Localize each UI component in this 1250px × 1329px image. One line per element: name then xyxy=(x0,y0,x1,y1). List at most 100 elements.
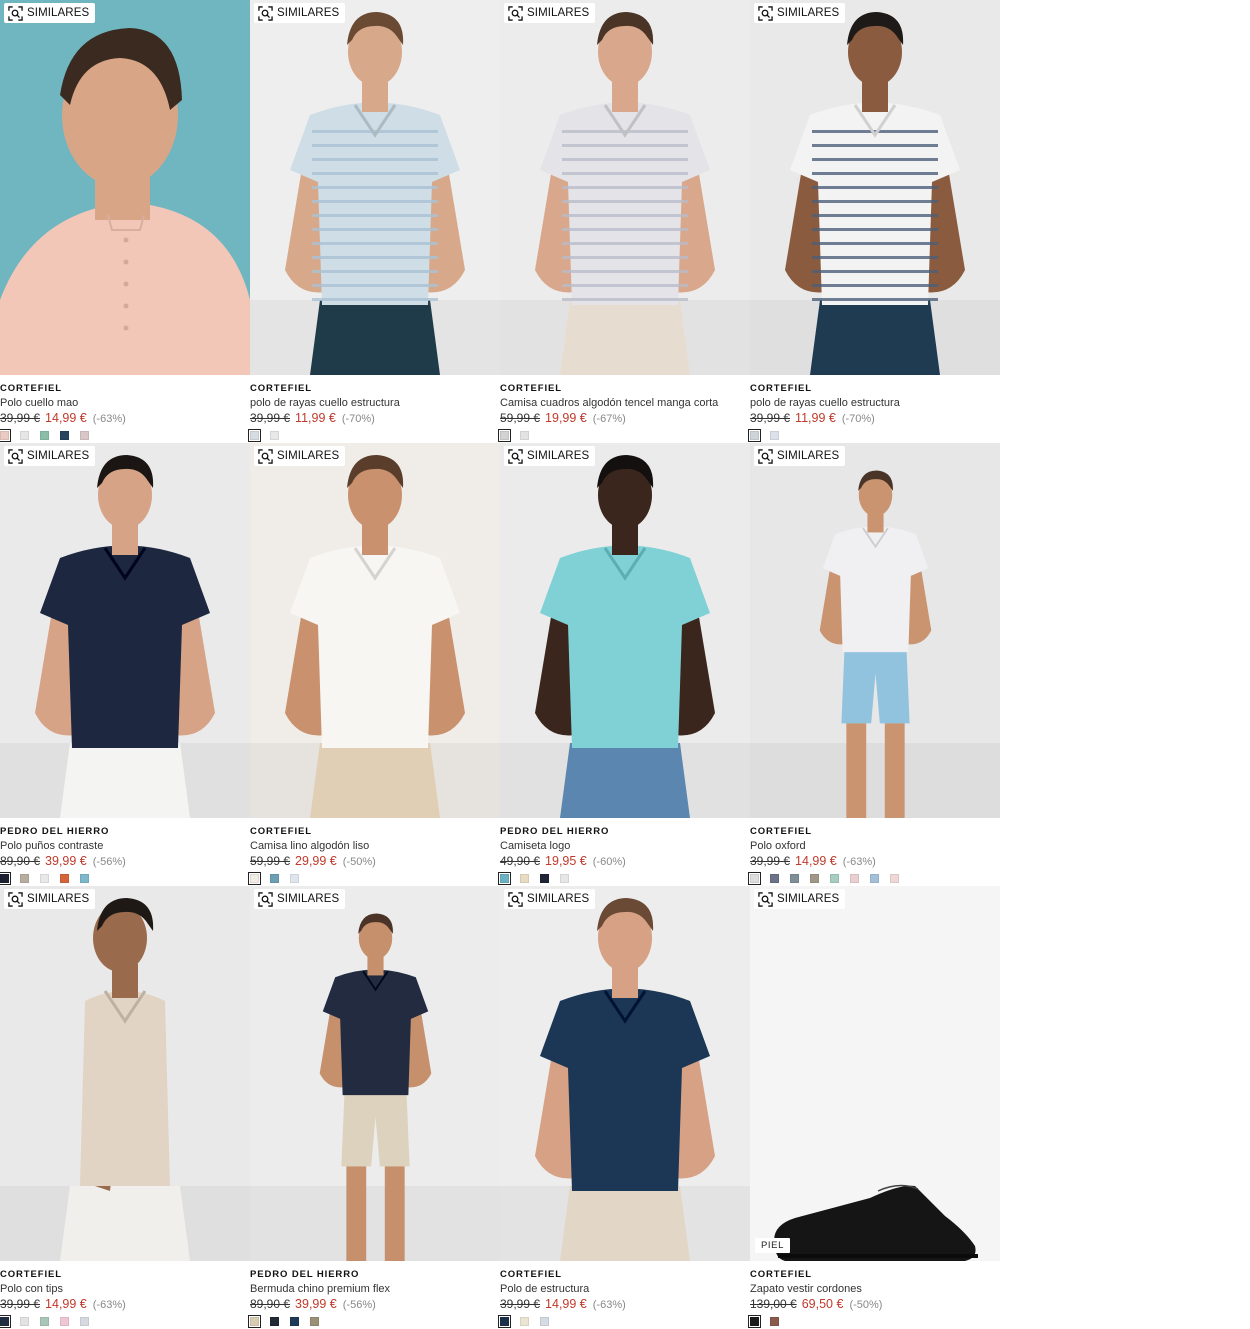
color-swatch[interactable] xyxy=(748,1315,761,1328)
product-name[interactable]: Camiseta logo xyxy=(500,839,750,853)
color-swatch[interactable] xyxy=(498,1315,511,1328)
product-card[interactable]: SIMILARES CORTEFIEL Polo cuello mao 39,99 €… xyxy=(0,0,250,443)
similar-button[interactable]: SIMILARES xyxy=(4,889,96,909)
product-name[interactable]: polo de rayas cuello estructura xyxy=(250,396,500,410)
product-card[interactable]: SIMILARES CORTEFIEL Camisa cuadros algodón… xyxy=(498,0,750,443)
similar-button[interactable]: SIMILARES xyxy=(504,446,596,466)
product-grid: SIMILARES CORTEFIEL Polo cuello mao 39,99 €… xyxy=(0,0,1000,1328)
product-name[interactable]: Camisa lino algodón liso xyxy=(250,839,500,853)
product-image[interactable] xyxy=(250,0,500,375)
color-swatch[interactable] xyxy=(60,1317,69,1326)
color-swatch[interactable] xyxy=(270,431,279,440)
color-swatch[interactable] xyxy=(270,1317,279,1326)
original-price: 39,99 € xyxy=(0,1297,41,1311)
color-swatch[interactable] xyxy=(310,1317,319,1326)
color-swatch[interactable] xyxy=(248,1315,261,1328)
product-image[interactable] xyxy=(500,0,750,375)
color-swatch[interactable] xyxy=(870,874,879,883)
product-card[interactable]: SIMILARES CORTEFIEL polo de rayas cuello e… xyxy=(248,0,500,443)
color-swatch[interactable] xyxy=(790,874,799,883)
color-swatch[interactable] xyxy=(890,874,899,883)
color-swatch[interactable] xyxy=(80,431,89,440)
color-swatch[interactable] xyxy=(498,872,511,885)
product-image[interactable] xyxy=(250,886,500,1261)
color-swatch[interactable] xyxy=(830,874,839,883)
product-image[interactable] xyxy=(750,443,1000,818)
product-image[interactable] xyxy=(0,886,250,1261)
similar-button[interactable]: SIMILARES xyxy=(504,889,596,909)
product-card[interactable]: SIMILARES PEDRO DEL HIERRO Polo puños cont… xyxy=(0,443,250,886)
color-swatch[interactable] xyxy=(20,431,29,440)
product-name[interactable]: Bermuda chino premium flex xyxy=(250,1282,500,1296)
product-name[interactable]: Polo oxford xyxy=(750,839,1000,853)
color-swatch[interactable] xyxy=(290,1317,299,1326)
color-swatch[interactable] xyxy=(40,431,49,440)
product-image[interactable] xyxy=(0,0,250,375)
product-card[interactable]: SIMILARES PEDRO DEL HIERRO Bermuda chino p… xyxy=(248,886,500,1329)
color-swatch[interactable] xyxy=(748,872,761,885)
color-swatch[interactable] xyxy=(40,1317,49,1326)
product-image[interactable] xyxy=(500,443,750,818)
product-card[interactable]: SIMILARES PEDRO DEL HIERRO Camiseta logo 49… xyxy=(498,443,750,886)
color-swatch[interactable] xyxy=(80,874,89,883)
similar-button[interactable]: SIMILARES xyxy=(4,446,96,466)
similar-button[interactable]: SIMILARES xyxy=(4,3,96,23)
product-image[interactable] xyxy=(750,886,1000,1261)
color-swatch[interactable] xyxy=(248,429,261,442)
color-swatch[interactable] xyxy=(540,1317,549,1326)
color-swatch[interactable] xyxy=(770,1317,779,1326)
original-price: 139,00 € xyxy=(750,1297,797,1311)
color-swatch[interactable] xyxy=(20,874,29,883)
similar-button[interactable]: SIMILARES xyxy=(504,3,596,23)
product-name[interactable]: Polo cuello mao xyxy=(0,396,250,410)
product-name[interactable]: Polo puños contraste xyxy=(0,839,250,853)
color-swatch[interactable] xyxy=(40,874,49,883)
color-swatch[interactable] xyxy=(770,431,779,440)
color-swatch[interactable] xyxy=(20,1317,29,1326)
color-swatch[interactable] xyxy=(498,429,511,442)
product-card[interactable]: SIMILARES CORTEFIEL Polo con tips 39,99 € 14… xyxy=(0,886,250,1329)
product-card[interactable]: SIMILARES CORTEFIEL Polo oxford 39,99 € 14,9… xyxy=(748,443,1000,886)
similar-button[interactable]: SIMILARES xyxy=(254,446,346,466)
product-brand: CORTEFIEL xyxy=(0,383,62,394)
product-name[interactable]: polo de rayas cuello estructura xyxy=(750,396,1000,410)
color-swatch[interactable] xyxy=(0,429,11,442)
color-swatch[interactable] xyxy=(810,874,819,883)
product-card[interactable]: SIMILARES CORTEFIEL Camisa lino algodón li… xyxy=(248,443,500,886)
color-swatch[interactable] xyxy=(520,874,529,883)
similar-button[interactable]: SIMILARES xyxy=(754,446,846,466)
product-card[interactable]: SIMILARES CORTEFIEL polo de rayas cuello e… xyxy=(748,0,1000,443)
product-name[interactable]: Camisa cuadros algodón tencel manga cort… xyxy=(500,396,750,410)
product-name[interactable]: Polo de estructura xyxy=(500,1282,750,1296)
product-info: CORTEFIEL polo de rayas cuello estructura… xyxy=(250,383,500,426)
discount-percent: (-70%) xyxy=(341,413,375,425)
color-swatch[interactable] xyxy=(850,874,859,883)
similar-button[interactable]: SIMILARES xyxy=(754,889,846,909)
color-swatch[interactable] xyxy=(0,1315,11,1328)
color-swatch[interactable] xyxy=(290,874,299,883)
color-swatch[interactable] xyxy=(748,429,761,442)
color-swatch[interactable] xyxy=(80,1317,89,1326)
color-swatch[interactable] xyxy=(560,874,569,883)
product-name[interactable]: Polo con tips xyxy=(0,1282,250,1296)
product-name[interactable]: Zapato vestir cordones xyxy=(750,1282,1000,1296)
product-card[interactable]: SIMILARES PIEL CORTEFIEL Zapato vestir cord… xyxy=(748,886,1000,1329)
color-swatch[interactable] xyxy=(270,874,279,883)
similar-button[interactable]: SIMILARES xyxy=(254,3,346,23)
product-image[interactable] xyxy=(0,443,250,818)
similar-button[interactable]: SIMILARES xyxy=(754,3,846,23)
similar-button[interactable]: SIMILARES xyxy=(254,889,346,909)
color-swatch[interactable] xyxy=(540,874,549,883)
product-image[interactable] xyxy=(500,886,750,1261)
color-swatch[interactable] xyxy=(770,874,779,883)
product-image[interactable] xyxy=(750,0,1000,375)
color-swatch[interactable] xyxy=(520,1317,529,1326)
color-swatch[interactable] xyxy=(0,872,11,885)
product-info: CORTEFIEL polo de rayas cuello estructura… xyxy=(750,383,1000,426)
color-swatch[interactable] xyxy=(248,872,261,885)
product-image[interactable] xyxy=(250,443,500,818)
color-swatch[interactable] xyxy=(60,431,69,440)
color-swatch[interactable] xyxy=(520,431,529,440)
color-swatch[interactable] xyxy=(60,874,69,883)
product-card[interactable]: SIMILARES CORTEFIEL Polo de estructura 39,9… xyxy=(498,886,750,1329)
